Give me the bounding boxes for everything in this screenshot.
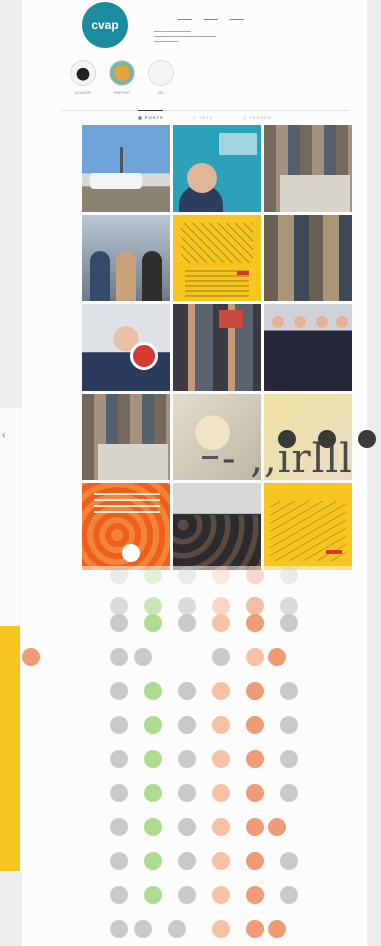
status-dot [246,784,264,802]
status-dot [212,920,230,938]
status-dot [246,852,264,870]
status-dot [246,682,264,700]
status-dot [178,614,196,632]
status-dot [212,750,230,768]
status-dot [178,818,196,836]
status-dot [178,597,196,615]
status-dot [110,818,128,836]
status-dot [110,886,128,904]
status-dot [144,614,162,632]
status-dot [212,614,230,632]
status-dot [144,682,162,700]
status-dot [110,716,128,734]
dot-matrix [22,0,367,946]
chevron-left-icon[interactable]: ‹ [2,430,5,441]
status-dot [280,886,298,904]
status-dot [212,784,230,802]
status-dot [280,750,298,768]
status-dot [246,614,264,632]
status-dot [178,682,196,700]
status-dot [134,648,152,666]
status-dot [110,682,128,700]
status-dot [280,597,298,615]
status-dot [168,920,186,938]
status-dot [212,818,230,836]
status-dot [144,750,162,768]
status-dot [144,566,162,584]
status-dot [280,716,298,734]
status-dot [246,818,264,836]
status-dot [246,920,264,938]
status-dot [178,852,196,870]
status-dot [212,566,230,584]
status-dot [280,682,298,700]
status-dot [178,886,196,904]
status-dot [212,682,230,700]
status-dot [178,750,196,768]
status-dot [110,566,128,584]
status-dot [246,716,264,734]
status-dot [212,716,230,734]
status-dot [134,920,152,938]
status-dot [212,648,230,666]
status-dot [212,886,230,904]
status-dot [280,566,298,584]
status-dot [212,597,230,615]
status-dot [178,566,196,584]
status-dot [110,597,128,615]
status-dot [110,852,128,870]
status-dot [212,852,230,870]
status-dot [178,784,196,802]
status-dot [144,886,162,904]
status-dot [268,648,286,666]
status-dot [110,750,128,768]
status-dot [110,784,128,802]
status-dot [22,648,40,666]
status-dot [110,648,128,666]
status-dot [280,852,298,870]
status-dot [110,614,128,632]
left-card-yellow-panel [0,626,20,871]
status-dot [144,597,162,615]
status-dot [246,886,264,904]
status-dot [268,818,286,836]
status-dot [144,716,162,734]
profile-page: — — — cvap ▁▁▁▁▁▁▁▁▁▁▁▁ ▁▁▁▁▁▁▁▁▁▁▁▁▁▁▁▁… [22,0,376,946]
status-dot [246,648,264,666]
status-dot [178,716,196,734]
status-dot [280,784,298,802]
status-dot [280,614,298,632]
left-card-edge: ‹ [0,408,22,872]
status-dot [110,920,128,938]
status-dot [246,750,264,768]
status-dot [268,920,286,938]
status-dot [144,784,162,802]
status-dot [144,852,162,870]
status-dot [246,566,264,584]
status-dot [144,818,162,836]
status-dot [246,597,264,615]
